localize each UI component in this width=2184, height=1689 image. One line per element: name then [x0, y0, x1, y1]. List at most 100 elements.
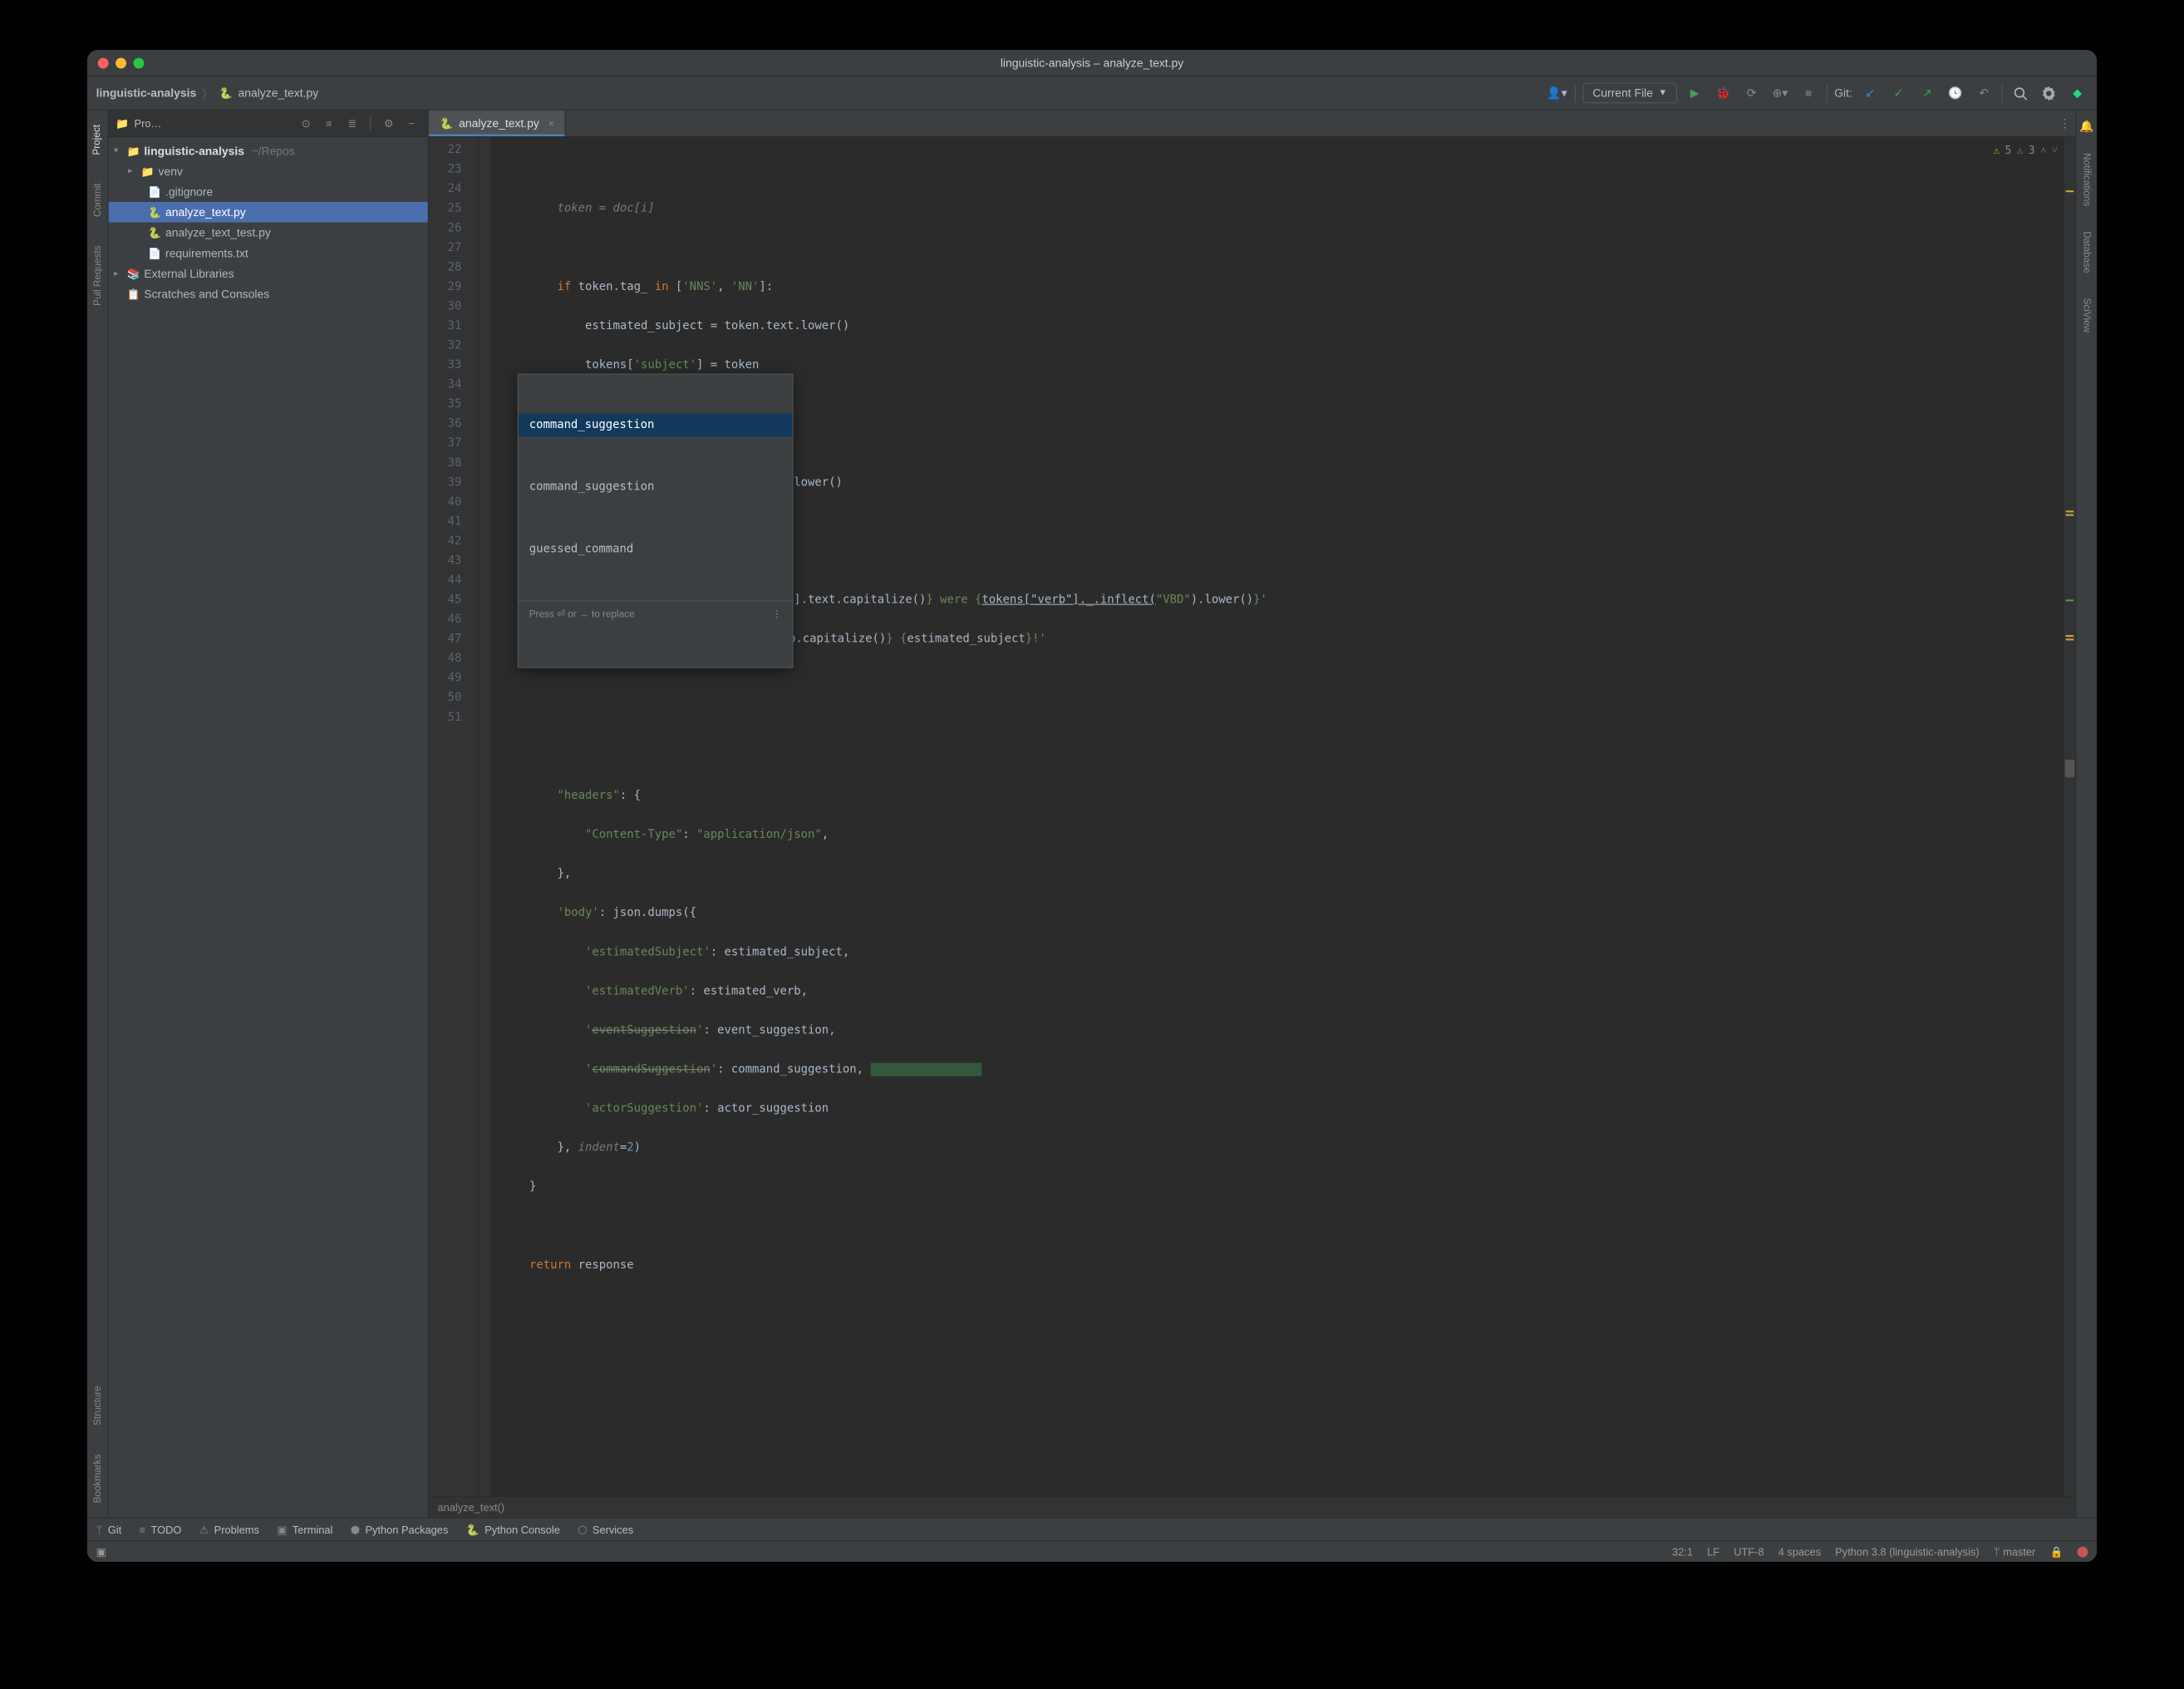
terminal-toolwindow-button[interactable]: ▣Terminal: [277, 1523, 332, 1535]
git-commit-button[interactable]: ✓: [1888, 82, 1910, 104]
todo-toolwindow-button[interactable]: ≡TODO: [140, 1523, 182, 1535]
code-area[interactable]: ⚠5 ⚠3 ˄ ˅ token = doc[i] if token.tag_ i…: [491, 137, 2063, 1496]
popup-item[interactable]: command_suggestion: [519, 414, 793, 437]
toolwindow-toggle-icon[interactable]: ▣: [96, 1545, 106, 1558]
git-revert-button[interactable]: ↶: [1973, 82, 1995, 104]
git-history-button[interactable]: 🕓: [1945, 82, 1966, 104]
close-window-button[interactable]: [98, 57, 109, 68]
database-toolwindow-button[interactable]: Database: [2081, 226, 2092, 278]
tree-external-libs[interactable]: ▸ 📚 External Libraries: [109, 263, 428, 284]
notifications-icon[interactable]: 🔔: [2079, 119, 2093, 133]
pullrequests-toolwindow-button[interactable]: Pull Requests: [92, 240, 103, 311]
breadcrumb-project[interactable]: linguistic-analysis: [96, 86, 197, 100]
search-icon[interactable]: [2009, 82, 2031, 104]
select-open-file-icon[interactable]: ⊙: [297, 117, 314, 130]
run-button[interactable]: ▶: [1684, 82, 1705, 104]
panel-minimize-icon[interactable]: −: [403, 117, 421, 130]
project-toolwindow-button[interactable]: Project: [91, 119, 104, 160]
code-line[interactable]: [502, 1217, 2063, 1237]
run-config-selector[interactable]: Current File ▼: [1583, 83, 1677, 104]
git-branch[interactable]: ᛘ master: [1994, 1545, 2036, 1558]
error-indicator-icon[interactable]: [2078, 1546, 2088, 1557]
code-line[interactable]: 'eventSuggestion': event_suggestion,: [502, 1021, 2063, 1041]
code-line[interactable]: "Content-Type": "application/json",: [502, 825, 2063, 845]
close-tab-icon[interactable]: ×: [548, 117, 555, 130]
tree-item-requirements[interactable]: 📄 requirements.txt: [109, 243, 428, 263]
popup-item[interactable]: guessed_command: [519, 538, 793, 561]
tab-options-icon[interactable]: ⋮: [2054, 111, 2076, 136]
project-tree[interactable]: ▾ 📁 linguistic-analysis ~/Repos ▸ 📁 venv…: [109, 137, 428, 308]
code-line[interactable]: 'commandSuggestion': command_suggestion,: [502, 1061, 2063, 1081]
popup-options-icon[interactable]: ⋮: [772, 605, 782, 625]
code-line[interactable]: [502, 239, 2063, 259]
breadcrumb-file[interactable]: analyze_text.py: [238, 86, 318, 100]
editor-tab-analyze-text[interactable]: 🐍 analyze_text.py ×: [429, 111, 566, 136]
code-line[interactable]: token = doc[i]: [502, 199, 2063, 219]
git-push-button[interactable]: ↗: [1916, 82, 1938, 104]
structure-toolwindow-button[interactable]: Structure: [92, 1381, 103, 1431]
python-packages-toolwindow-button[interactable]: ⬢Python Packages: [351, 1523, 449, 1535]
code-line[interactable]: return response: [502, 1256, 2063, 1276]
tree-scratches[interactable]: 📋 Scratches and Consoles: [109, 283, 428, 304]
settings-icon[interactable]: [2038, 82, 2059, 104]
services-toolwindow-button[interactable]: ⬡Services: [578, 1523, 633, 1535]
error-stripe[interactable]: [2063, 137, 2075, 1496]
tree-item-venv[interactable]: ▸ 📁 venv: [109, 161, 428, 182]
minimize-window-button[interactable]: [116, 57, 126, 68]
prev-highlight-icon[interactable]: ˄: [2040, 140, 2046, 160]
code-line[interactable]: }: [502, 1178, 2063, 1198]
maximize-window-button[interactable]: [134, 57, 145, 68]
chevron-down-icon[interactable]: ▾: [114, 146, 123, 156]
code-line[interactable]: 'actorSuggestion': actor_suggestion: [502, 1100, 2063, 1120]
ide-logo-icon[interactable]: ◆: [2067, 82, 2088, 104]
commit-toolwindow-button[interactable]: Commit: [92, 178, 103, 222]
code-line[interactable]: [502, 747, 2063, 767]
line-number-gutter[interactable]: 2223242526272829303132333435363738394041…: [429, 137, 479, 1496]
line-separator[interactable]: LF: [1707, 1545, 1719, 1558]
bookmarks-toolwindow-button[interactable]: Bookmarks: [92, 1449, 103, 1509]
code-line[interactable]: },: [502, 864, 2063, 884]
run-more-button[interactable]: ⟳: [1741, 82, 1763, 104]
user-icon[interactable]: 👤▾: [1547, 82, 1568, 104]
git-toolwindow-button[interactable]: ᛘGit: [96, 1523, 122, 1535]
sciview-toolwindow-button[interactable]: SciView: [2081, 293, 2092, 338]
code-line[interactable]: 'body': json.dumps({: [502, 904, 2063, 923]
code-line[interactable]: "headers": {: [502, 786, 2063, 806]
code-line[interactable]: if token.tag_ in ['NNS', 'NN']:: [502, 278, 2063, 298]
file-encoding[interactable]: UTF-8: [1734, 1545, 1763, 1558]
tree-item-analyze-text-test[interactable]: 🐍 analyze_text_test.py: [109, 223, 428, 244]
next-highlight-icon[interactable]: ˅: [2052, 140, 2058, 160]
code-line[interactable]: tokens['subject'] = token: [502, 356, 2063, 376]
indent-setting[interactable]: 4 spaces: [1778, 1545, 1821, 1558]
tree-root[interactable]: ▾ 📁 linguistic-analysis ~/Repos: [109, 140, 428, 161]
lock-icon[interactable]: 🔒: [2049, 1545, 2063, 1558]
code-breadcrumb-label[interactable]: analyze_text(): [437, 1501, 504, 1514]
code-line[interactable]: [502, 708, 2063, 728]
expand-all-icon[interactable]: ≡: [320, 117, 337, 130]
debug-button[interactable]: 🐞: [1713, 82, 1734, 104]
problems-toolwindow-button[interactable]: ⚠Problems: [199, 1523, 259, 1535]
python-console-toolwindow-button[interactable]: 🐍Python Console: [466, 1523, 560, 1535]
git-update-button[interactable]: ↙: [1859, 82, 1881, 104]
run-coverage-button[interactable]: ⊕▾: [1769, 82, 1791, 104]
chevron-right-icon[interactable]: ▸: [128, 166, 137, 176]
editor-body[interactable]: 2223242526272829303132333435363738394041…: [429, 137, 2076, 1496]
code-line[interactable]: 'estimatedVerb': estimated_verb,: [502, 982, 2063, 1002]
code-line[interactable]: [502, 1295, 2063, 1315]
code-line[interactable]: [502, 669, 2063, 689]
caret-position[interactable]: 32:1: [1672, 1545, 1693, 1558]
code-line[interactable]: estimated_subject = token.text.lower(): [502, 317, 2063, 337]
chevron-right-icon[interactable]: ▸: [114, 268, 123, 278]
python-interpreter[interactable]: Python 3.8 (linguistic-analysis): [1835, 1545, 1979, 1558]
fold-gutter[interactable]: [479, 137, 491, 1496]
code-line[interactable]: [502, 1334, 2063, 1354]
notifications-toolwindow-button[interactable]: Notifications: [2081, 148, 2092, 212]
code-line[interactable]: 'estimatedSubject': estimated_subject,: [502, 943, 2063, 963]
code-breadcrumb[interactable]: analyze_text(): [429, 1496, 2076, 1518]
tree-item-gitignore[interactable]: 📄 .gitignore: [109, 181, 428, 202]
tree-item-analyze-text[interactable]: 🐍 analyze_text.py: [109, 202, 428, 223]
inspection-strip[interactable]: ⚠5 ⚠3 ˄ ˅: [1993, 140, 2058, 160]
breadcrumb[interactable]: linguistic-analysis 〉 🐍 analyze_text.py: [96, 85, 319, 101]
panel-settings-icon[interactable]: ⚙: [380, 117, 397, 130]
collapse-all-icon[interactable]: ≣: [343, 117, 361, 130]
